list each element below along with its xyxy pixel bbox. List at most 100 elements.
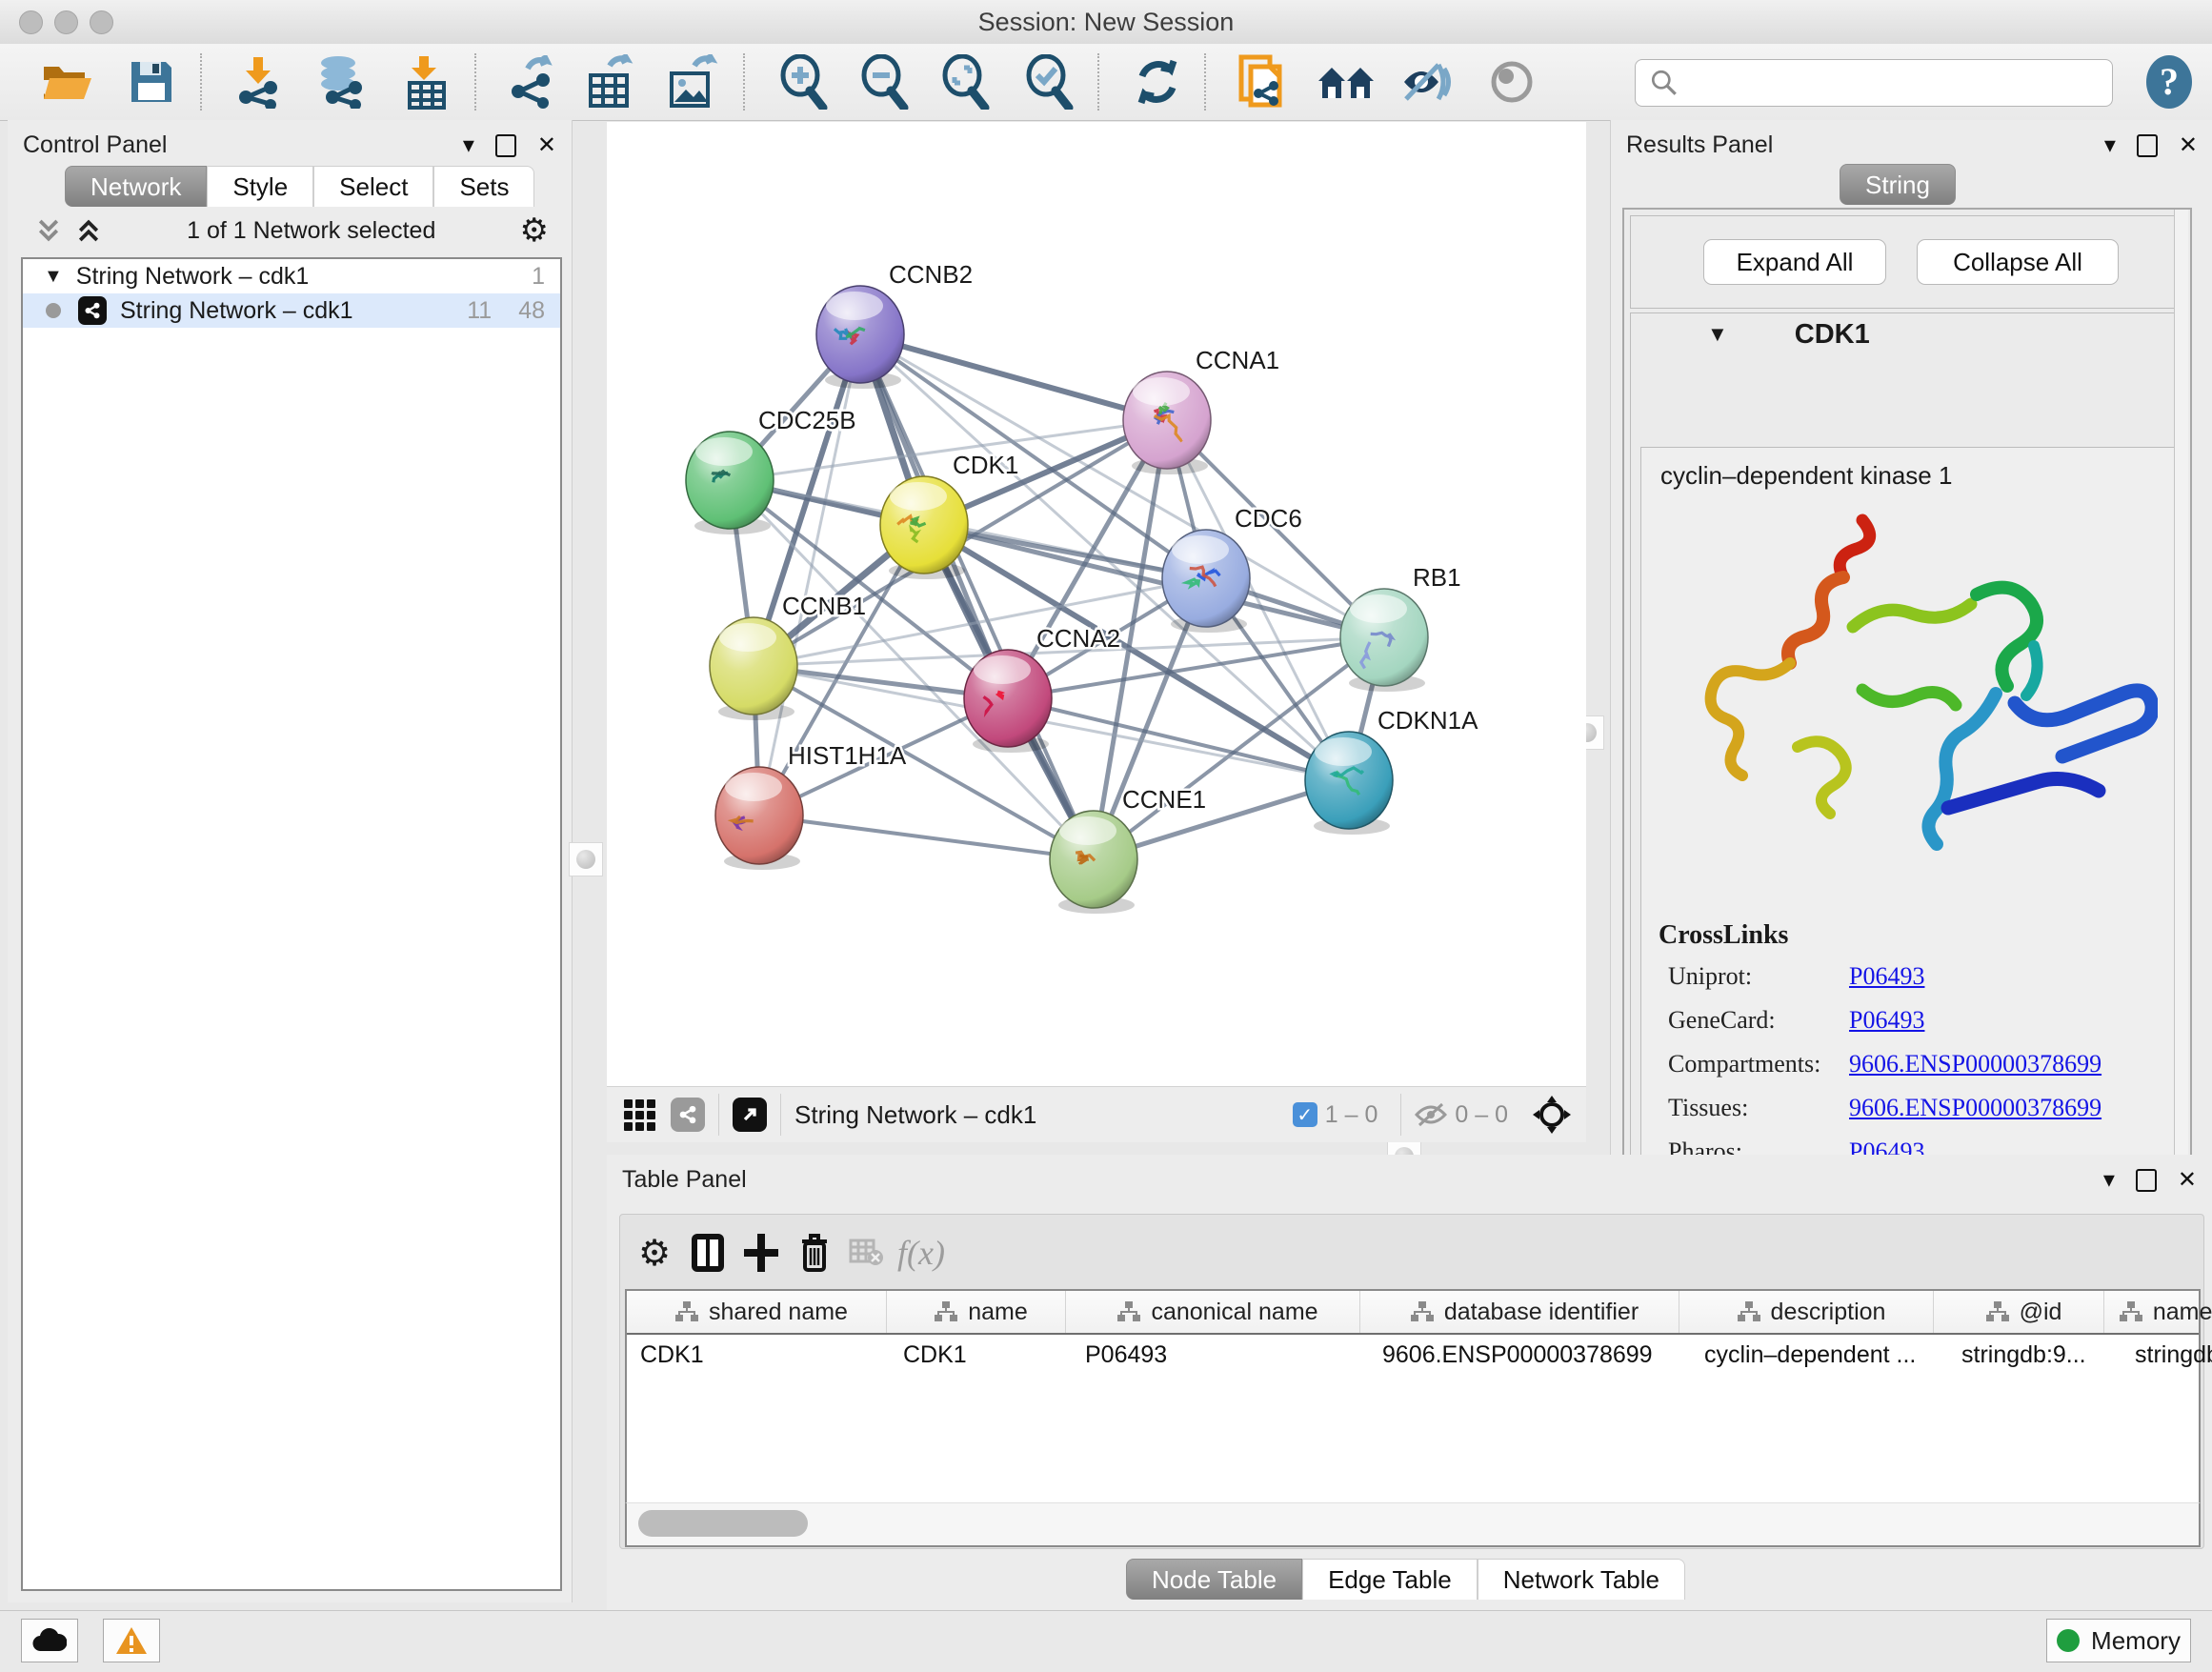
tab-sets[interactable]: Sets <box>433 166 534 207</box>
panel-float-icon[interactable]: ▾ <box>2103 1169 2115 1192</box>
network-node-hist1h1a[interactable]: HIST1H1A <box>715 741 907 870</box>
panel-maximize-icon[interactable] <box>2136 1169 2157 1192</box>
selected-checkbox[interactable]: ✓ <box>1293 1102 1317 1127</box>
network-share-icon[interactable] <box>671 1098 705 1132</box>
detach-view-icon[interactable] <box>733 1098 767 1132</box>
table-cell[interactable]: CDK1 <box>627 1335 890 1375</box>
column-header--id[interactable]: @id <box>1934 1291 2104 1333</box>
zoom-fit-button[interactable] <box>932 51 998 112</box>
column-header-description[interactable]: description <box>1679 1291 1934 1333</box>
tab-string[interactable]: String <box>1840 164 1956 205</box>
tab-select[interactable]: Select <box>313 166 433 207</box>
collapse-all-icon[interactable] <box>34 216 63 245</box>
tab-style[interactable]: Style <box>207 166 313 207</box>
panel-maximize-icon[interactable] <box>495 134 516 157</box>
protein-collapse-icon[interactable]: ▼ <box>1707 322 1728 347</box>
memory-button[interactable]: Memory <box>2046 1619 2191 1662</box>
zoom-out-button[interactable] <box>851 51 917 112</box>
panel-close-icon[interactable]: ✕ <box>2179 134 2198 157</box>
table-cell[interactable]: P06493 <box>1072 1335 1369 1375</box>
expand-all-icon[interactable] <box>74 216 103 245</box>
tab-node-table[interactable]: Node Table <box>1126 1559 1302 1600</box>
search-input[interactable] <box>1683 63 2112 103</box>
table-options-gear-icon[interactable]: ⚙ <box>630 1228 679 1278</box>
network-node-ccne1[interactable]: CCNE1 <box>1050 785 1206 914</box>
left-splitter-handle[interactable] <box>569 842 603 876</box>
window-minimize-button[interactable] <box>54 10 78 34</box>
column-type-icon <box>2119 1300 2143 1323</box>
first-neighbors-button[interactable] <box>1313 51 1379 112</box>
uniprot-link[interactable]: P06493 <box>1849 962 1924 991</box>
tissues-link[interactable]: 9606.ENSP00000378699 <box>1849 1094 2101 1122</box>
import-network-database-button[interactable] <box>307 51 373 112</box>
show-columns-icon[interactable] <box>683 1228 733 1278</box>
node-label: HIST1H1A <box>788 741 907 770</box>
scrollbar-thumb[interactable] <box>638 1510 808 1537</box>
column-header-name[interactable]: name <box>887 1291 1066 1333</box>
export-network-button[interactable] <box>499 51 566 112</box>
column-header-canonical-name[interactable]: canonical name <box>1066 1291 1360 1333</box>
tab-edge-table[interactable]: Edge Table <box>1302 1559 1478 1600</box>
table-row[interactable]: CDK1CDK1P064939606.ENSP00000378699cyclin… <box>627 1335 2199 1375</box>
network-node-rb1[interactable]: RB1 <box>1340 563 1461 692</box>
tab-network-table[interactable]: Network Table <box>1478 1559 1685 1600</box>
export-table-button[interactable] <box>577 51 644 112</box>
network-node-ccnb1[interactable]: CCNB1 <box>710 592 866 720</box>
network-row-selected[interactable]: String Network – cdk1 11 48 <box>23 293 560 328</box>
delete-column-trash-icon[interactable] <box>790 1228 839 1278</box>
hidden-eye-icon[interactable] <box>1415 1102 1447 1127</box>
table-cell[interactable]: stringdb <box>2122 1335 2212 1375</box>
panel-close-icon[interactable]: ✕ <box>2178 1169 2197 1192</box>
collapse-all-button[interactable]: Collapse All <box>1917 239 2119 285</box>
tree-collapse-icon[interactable]: ▼ <box>44 266 63 288</box>
save-session-button[interactable] <box>118 51 185 112</box>
add-column-icon[interactable] <box>736 1228 786 1278</box>
network-node-ccnb2[interactable]: CCNB2 <box>816 260 973 389</box>
hide-selected-button[interactable] <box>1395 51 1461 112</box>
results-scrollbar[interactable] <box>2174 210 2188 1218</box>
zoom-selected-button[interactable] <box>1016 51 1082 112</box>
network-options-gear-icon[interactable]: ⚙ <box>520 212 549 250</box>
network-edge[interactable] <box>860 334 1094 859</box>
window-zoom-button[interactable] <box>90 10 113 34</box>
panel-close-icon[interactable]: ✕ <box>537 134 556 157</box>
apply-layout-button[interactable] <box>1124 51 1191 112</box>
expand-all-button[interactable]: Expand All <box>1703 239 1886 285</box>
compartments-link[interactable]: 9606.ENSP00000378699 <box>1849 1050 2101 1078</box>
panel-maximize-icon[interactable] <box>2137 134 2158 157</box>
zoom-in-icon <box>777 54 829 110</box>
table-cell[interactable]: stringdb:9... <box>1948 1335 2122 1375</box>
network-node-cdkn1a[interactable]: CDKN1A <box>1305 706 1478 835</box>
node-table: shared namenamecanonical namedatabase id… <box>625 1289 2201 1502</box>
window-close-button[interactable] <box>19 10 43 34</box>
export-image-button[interactable] <box>659 51 726 112</box>
panel-float-icon[interactable]: ▾ <box>2104 134 2116 157</box>
network-edge[interactable] <box>759 816 1094 859</box>
tab-network[interactable]: Network <box>65 166 207 207</box>
help-button[interactable]: ? <box>2136 51 2202 112</box>
column-header-shared-name[interactable]: shared name <box>627 1291 887 1333</box>
column-header-database-identifier[interactable]: database identifier <box>1360 1291 1679 1333</box>
genecard-link[interactable]: P06493 <box>1849 1006 1924 1035</box>
zoom-in-button[interactable] <box>770 51 836 112</box>
birds-eye-grid-icon[interactable] <box>624 1099 655 1131</box>
network-node-cdk1[interactable]: CDK1 <box>880 451 1018 579</box>
network-collection-label: String Network – cdk1 <box>76 263 310 291</box>
search-field[interactable] <box>1635 59 2113 107</box>
fit-selection-crosshair-icon[interactable] <box>1531 1094 1573 1136</box>
import-table-file-button[interactable] <box>392 51 459 112</box>
network-collection-row[interactable]: ▼ String Network – cdk1 1 <box>23 259 560 293</box>
table-horizontal-scrollbar[interactable] <box>625 1502 2201 1547</box>
table-cell[interactable]: CDK1 <box>890 1335 1072 1375</box>
table-cell[interactable]: cyclin–dependent ... <box>1691 1335 1948 1375</box>
column-header-namespac[interactable]: namespac <box>2104 1291 2212 1333</box>
network-canvas[interactable]: CCNB2CCNA1CDC25BCDK1CDC6RB1CCNB1CCNA2CDK… <box>607 122 1586 1086</box>
table-cell[interactable]: 9606.ENSP00000378699 <box>1369 1335 1691 1375</box>
cloud-status-button[interactable] <box>21 1619 78 1662</box>
show-all-button[interactable] <box>1478 51 1545 112</box>
import-network-file-button[interactable] <box>225 51 292 112</box>
warnings-button[interactable] <box>103 1619 160 1662</box>
open-session-button[interactable] <box>34 51 101 112</box>
panel-float-icon[interactable]: ▾ <box>463 134 474 157</box>
clone-network-button[interactable] <box>1229 51 1296 112</box>
